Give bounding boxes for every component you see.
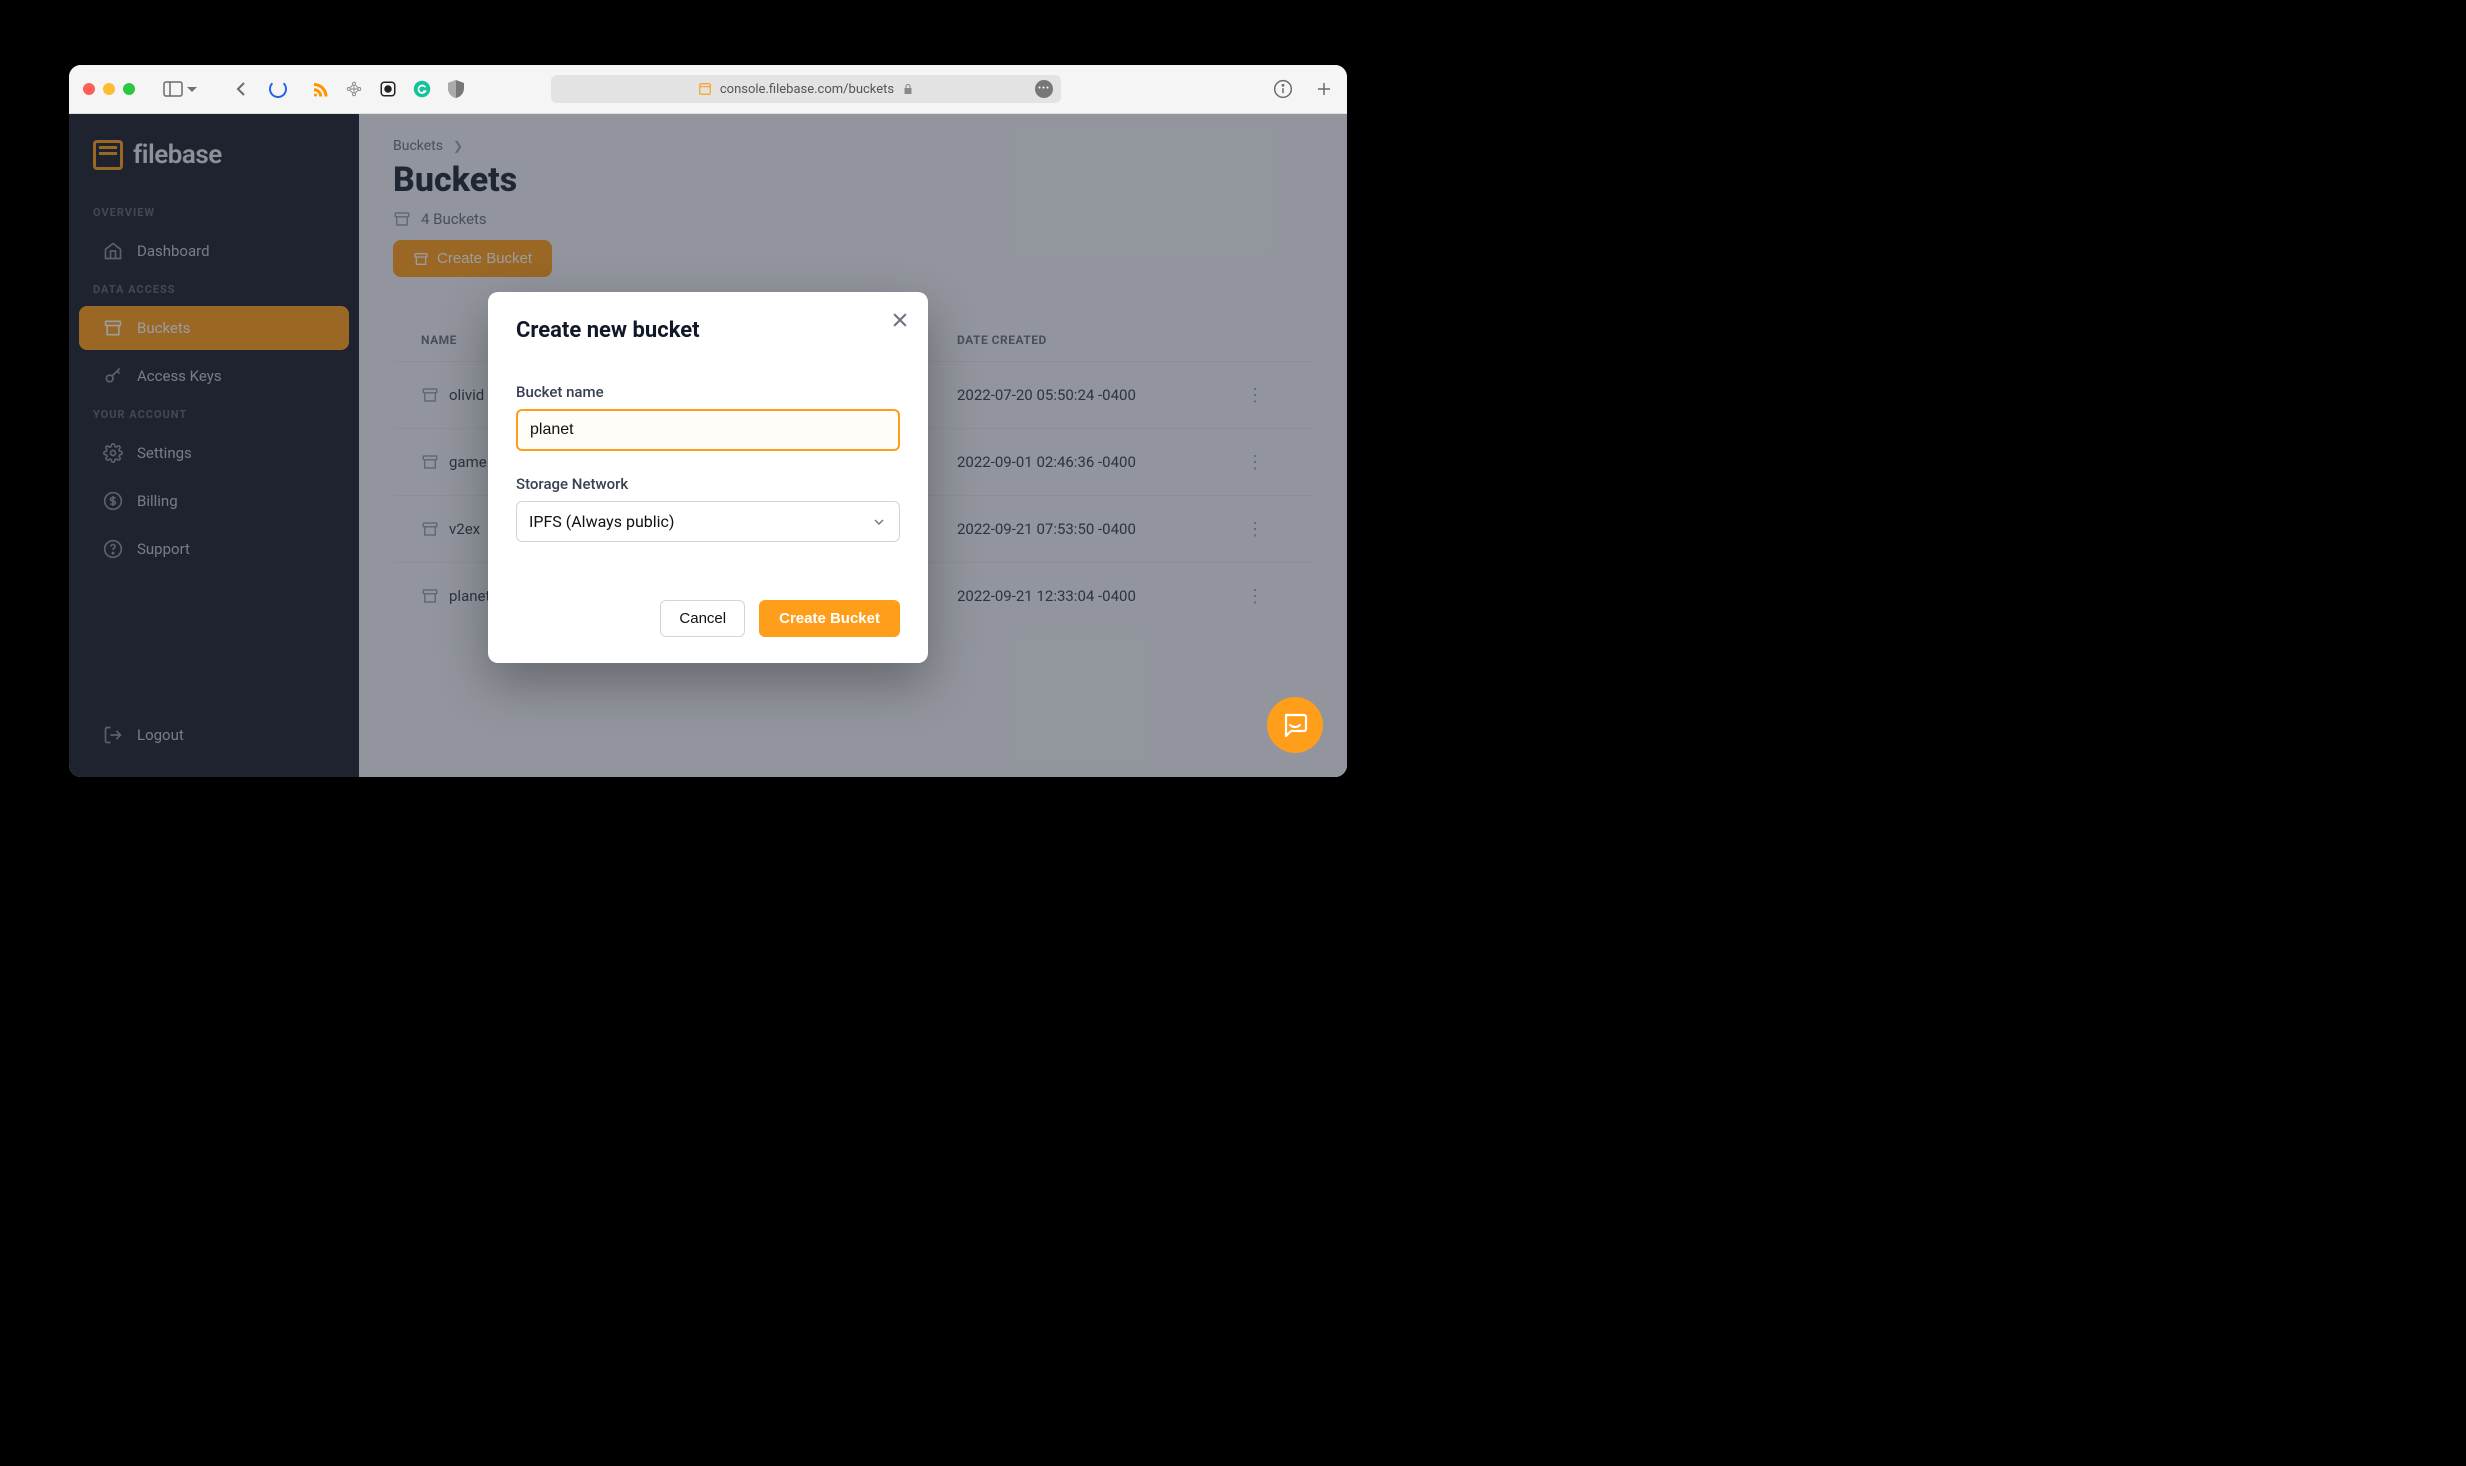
cancel-button[interactable]: Cancel [660, 600, 745, 637]
window-controls [83, 83, 135, 95]
grammarly-icon[interactable] [413, 80, 431, 98]
site-icon [698, 82, 712, 96]
storage-network-select[interactable]: IPFS (Always public) [516, 501, 900, 542]
extension-icon-2[interactable] [379, 80, 397, 98]
chevron-down-icon [187, 87, 197, 97]
app: filebase OVERVIEW Dashboard DATA ACCESS … [69, 114, 1347, 777]
lock-icon [902, 83, 914, 95]
address-bar[interactable]: console.filebase.com/buckets ••• [551, 75, 1061, 103]
bucket-name-label: Bucket name [516, 383, 900, 401]
close-icon[interactable] [890, 310, 910, 330]
extension-icon-1[interactable] [345, 80, 363, 98]
modal-title: Create new bucket [516, 318, 900, 343]
back-button[interactable] [231, 79, 251, 99]
chat-icon [1281, 711, 1309, 739]
rss-icon[interactable] [311, 80, 329, 98]
address-more-icon[interactable]: ••• [1035, 80, 1053, 98]
create-bucket-modal: Create new bucket Bucket name Storage Ne… [488, 292, 928, 663]
minimize-window-button[interactable] [103, 83, 115, 95]
new-tab-button[interactable] [1315, 80, 1333, 98]
intercom-launcher[interactable] [1267, 697, 1323, 753]
maximize-window-button[interactable] [123, 83, 135, 95]
chevron-down-icon [871, 514, 887, 530]
storage-network-label: Storage Network [516, 475, 900, 493]
info-icon[interactable] [1273, 79, 1293, 99]
shield-icon[interactable] [447, 80, 465, 98]
loading-spinner-icon [269, 80, 287, 98]
sidebar-toggle[interactable] [163, 81, 197, 97]
browser-window: console.filebase.com/buckets ••• filebas… [69, 65, 1347, 777]
browser-toolbar: console.filebase.com/buckets ••• [69, 65, 1347, 114]
close-window-button[interactable] [83, 83, 95, 95]
address-url: console.filebase.com/buckets [720, 82, 894, 97]
submit-create-bucket-button[interactable]: Create Bucket [759, 600, 900, 637]
bucket-name-input[interactable] [516, 409, 900, 451]
